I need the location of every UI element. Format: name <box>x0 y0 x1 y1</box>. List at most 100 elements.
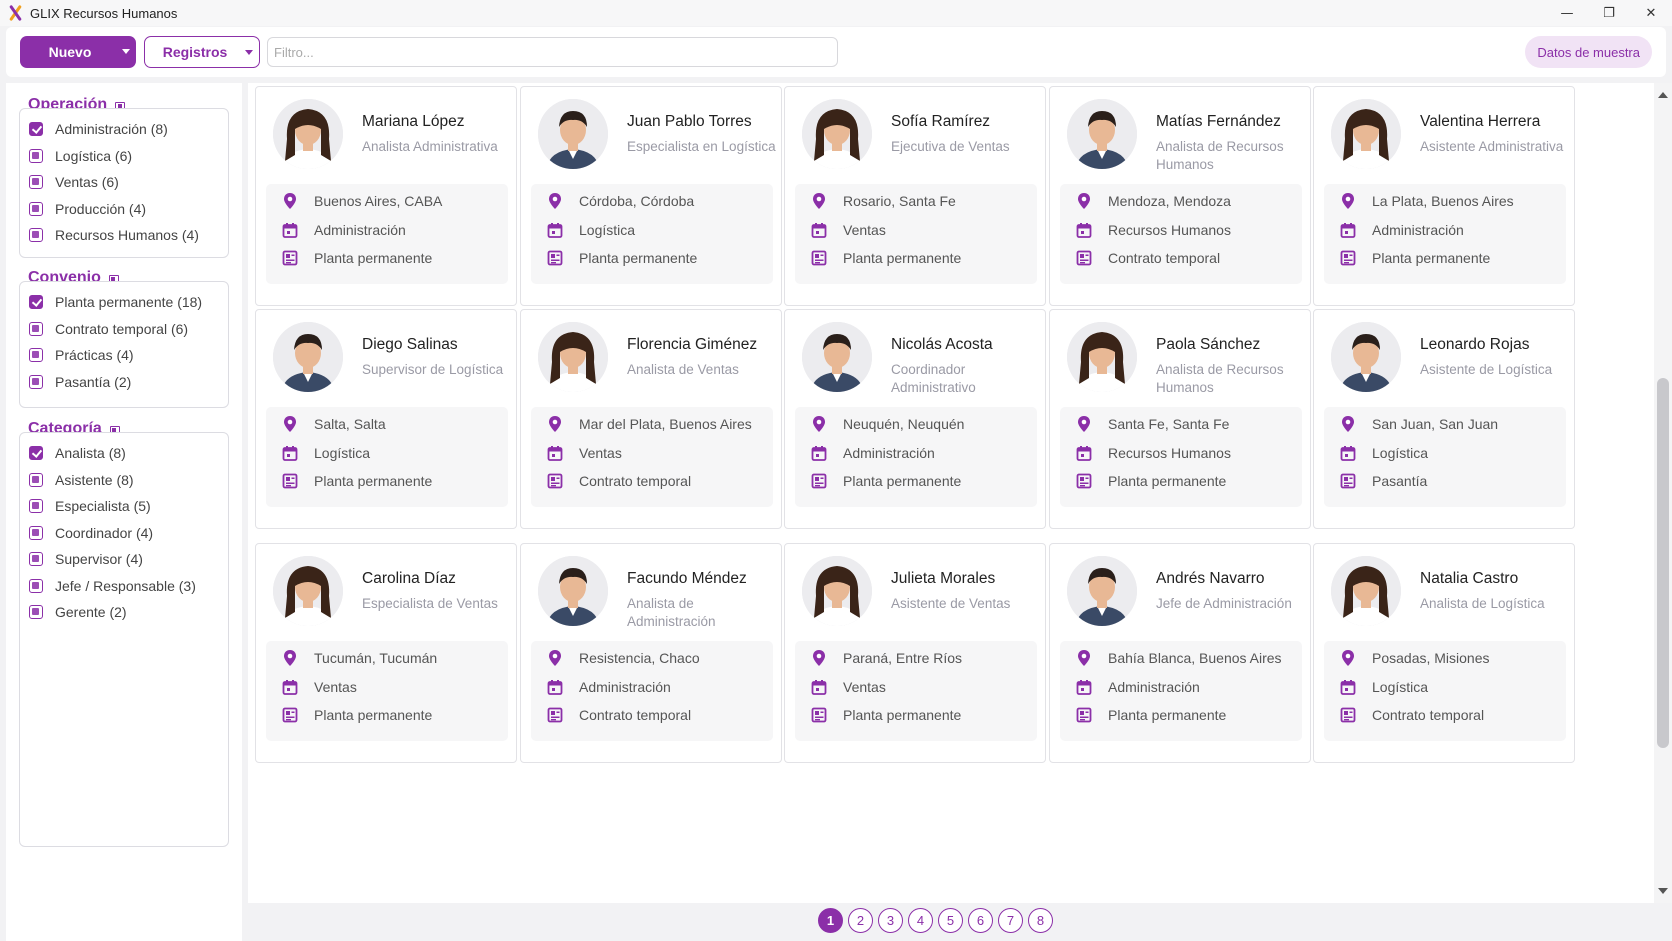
calendar-icon <box>1340 222 1356 238</box>
employee-card[interactable]: Matías Fernández Analista de Recursos Hum… <box>1049 86 1311 306</box>
filter-option[interactable]: Pasantía (2) <box>20 369 228 396</box>
checkbox[interactable] <box>29 552 43 567</box>
id-card-icon <box>1340 473 1356 489</box>
employee-card[interactable]: Florencia Giménez Analista de Ventas Mar d… <box>520 309 782 529</box>
checkbox[interactable] <box>29 525 43 540</box>
detail-row-contract: Planta permanente <box>811 473 961 489</box>
detail-area-text: Administración <box>1108 679 1200 695</box>
filter-option[interactable]: Ventas (6) <box>20 169 228 196</box>
filter-option-label: Recursos Humanos (4) <box>55 227 199 244</box>
calendar-icon <box>282 445 298 461</box>
detail-location-text: Córdoba, Córdoba <box>579 193 695 209</box>
employee-card[interactable]: Julieta Morales Asistente de Ventas Paraná… <box>784 543 1046 763</box>
filter-option-label: Coordinador (4) <box>55 524 154 541</box>
map-pin-icon <box>547 416 563 432</box>
filter-option[interactable]: Especialista (5) <box>20 493 228 520</box>
filter-group-list: Administración (8) Logística (6) Ventas (6… <box>19 108 229 258</box>
page-5-button[interactable]: 5 <box>938 908 963 933</box>
employee-name: Paola Sánchez <box>1156 336 1261 353</box>
checkbox[interactable] <box>29 348 43 363</box>
checkbox[interactable] <box>29 446 43 461</box>
records-button[interactable]: Registros <box>144 36 260 68</box>
checkbox[interactable] <box>29 321 43 336</box>
detail-row-location: San Juan, San Juan <box>1340 416 1498 432</box>
chevron-down-icon[interactable] <box>122 49 130 54</box>
page-6-button[interactable]: 6 <box>968 908 993 933</box>
avatar <box>273 322 343 392</box>
restore-button[interactable]: ❐ <box>1588 0 1630 26</box>
sample-data-button[interactable]: Datos de muestra <box>1525 36 1652 68</box>
scroll-up-arrow-icon[interactable] <box>1658 92 1668 98</box>
employee-card[interactable]: Natalia Castro Analista de Logística Posad… <box>1313 543 1575 763</box>
filter-option[interactable]: Recursos Humanos (4) <box>20 222 228 249</box>
page-4-button[interactable]: 4 <box>908 908 933 933</box>
filter-input[interactable] <box>267 37 838 67</box>
vertical-scrollbar[interactable] <box>1654 83 1672 903</box>
id-card-icon <box>282 707 298 723</box>
checkbox[interactable] <box>29 578 43 593</box>
filter-option[interactable]: Planta permanente (18) <box>20 289 228 316</box>
filter-option[interactable]: Administración (8) <box>20 116 228 143</box>
employee-role: Asistente de Logística <box>1420 362 1553 377</box>
employee-name: Diego Salinas <box>362 336 458 353</box>
employee-card[interactable]: Valentina Herrera Asistente Administrativ… <box>1313 86 1575 306</box>
checkbox[interactable] <box>29 499 43 514</box>
checkbox[interactable] <box>29 122 43 137</box>
filter-option[interactable]: Analista (8) <box>20 440 228 467</box>
minimize-button[interactable]: — <box>1546 0 1588 26</box>
employee-card[interactable]: Facundo Méndez Analista de Administración… <box>520 543 782 763</box>
map-pin-icon <box>811 416 827 432</box>
scrollbar-thumb[interactable] <box>1657 378 1669 748</box>
filter-option[interactable]: Jefe / Responsable (3) <box>20 573 228 600</box>
filter-option[interactable]: Coordinador (4) <box>20 520 228 547</box>
checkbox[interactable] <box>29 374 43 389</box>
window-controls: — ❐ ✕ <box>1546 0 1672 26</box>
filter-option[interactable]: Prácticas (4) <box>20 342 228 369</box>
employee-card[interactable]: Diego Salinas Supervisor de Logística Salt… <box>255 309 517 529</box>
employee-card[interactable]: Nicolás Acosta Coordinador Administrativo… <box>784 309 1046 529</box>
scroll-down-arrow-icon[interactable] <box>1658 888 1668 894</box>
new-button[interactable]: Nuevo <box>20 36 136 68</box>
filter-option[interactable]: Supervisor (4) <box>20 546 228 573</box>
employee-card[interactable]: Mariana López Analista Administrativa Buen… <box>255 86 517 306</box>
page-8-button[interactable]: 8 <box>1028 908 1053 933</box>
checkbox[interactable] <box>29 148 43 163</box>
detail-location-text: Santa Fe, Santa Fe <box>1108 416 1230 432</box>
filter-option[interactable]: Asistente (8) <box>20 467 228 494</box>
filter-option-label: Producción (4) <box>55 200 147 217</box>
id-card-icon <box>811 250 827 266</box>
page-3-button[interactable]: 3 <box>878 908 903 933</box>
detail-row-location: Neuquén, Neuquén <box>811 416 964 432</box>
checkbox[interactable] <box>29 295 43 310</box>
filter-option[interactable]: Logística (6) <box>20 143 228 170</box>
filter-option[interactable]: Contrato temporal (6) <box>20 316 228 343</box>
employee-details: La Plata, Buenos Aires Administración Plan… <box>1324 184 1566 284</box>
filter-option[interactable]: Gerente (2) <box>20 599 228 626</box>
detail-contract-text: Planta permanente <box>314 473 433 489</box>
page-7-button[interactable]: 7 <box>998 908 1023 933</box>
filter-option-label: Ventas (6) <box>55 174 119 191</box>
checkbox[interactable] <box>29 228 43 243</box>
employee-card[interactable]: Paola Sánchez Analista de Recursos Humano… <box>1049 309 1311 529</box>
detail-row-location: Córdoba, Córdoba <box>547 193 694 209</box>
page-2-button[interactable]: 2 <box>848 908 873 933</box>
new-button-label: Nuevo <box>48 44 92 60</box>
filter-option[interactable]: Producción (4) <box>20 196 228 223</box>
checkbox[interactable] <box>29 605 43 620</box>
employee-card[interactable]: Juan Pablo Torres Especialista en Logísti… <box>520 86 782 306</box>
employee-role: Analista de Logística <box>1420 596 1545 611</box>
id-card-icon <box>547 473 563 489</box>
page-1-button[interactable]: 1 <box>818 908 843 933</box>
employee-card[interactable]: Carolina Díaz Especialista de Ventas Tucum… <box>255 543 517 763</box>
detail-row-contract: Planta permanente <box>1076 473 1226 489</box>
checkbox[interactable] <box>29 201 43 216</box>
employee-card[interactable]: Sofía Ramírez Ejecutiva de Ventas Rosario,… <box>784 86 1046 306</box>
checkbox[interactable] <box>29 175 43 190</box>
checkbox[interactable] <box>29 472 43 487</box>
chevron-down-icon[interactable] <box>245 50 253 55</box>
close-button[interactable]: ✕ <box>1630 0 1672 26</box>
employee-card[interactable]: Leonardo Rojas Asistente de Logística San … <box>1313 309 1575 529</box>
employee-details: Posadas, Misiones Logística Contrato tempo… <box>1324 641 1566 741</box>
employee-card[interactable]: Andrés Navarro Jefe de Administración Bahí… <box>1049 543 1311 763</box>
detail-row-location: Paraná, Entre Ríos <box>811 650 962 666</box>
